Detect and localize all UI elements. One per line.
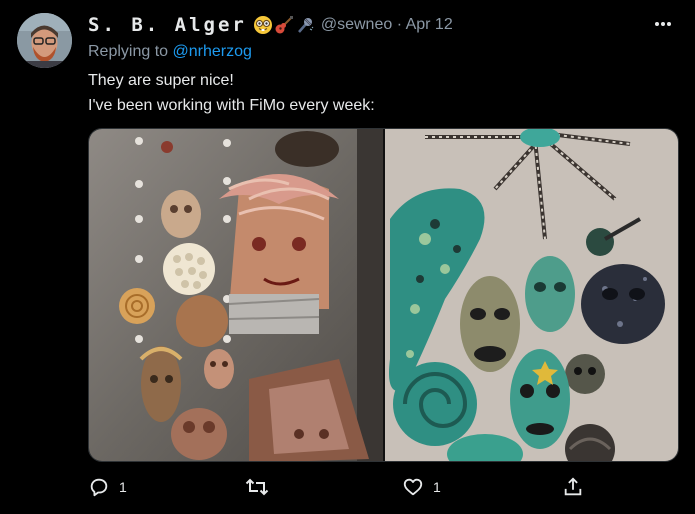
- replying-to-label: Replying to: [88, 43, 169, 60]
- tweet-text: They are super nice! I've been working w…: [88, 68, 375, 118]
- tweet-actions: 1 1: [88, 476, 588, 502]
- tweet-date[interactable]: Apr 12: [406, 16, 453, 33]
- microphone-emoji-icon: [295, 15, 315, 35]
- avatar[interactable]: [17, 13, 72, 68]
- heart-icon: [402, 476, 424, 498]
- display-name[interactable]: S. B. Alger: [88, 14, 247, 36]
- share-button[interactable]: [562, 476, 584, 498]
- media-image-2[interactable]: [385, 129, 678, 461]
- reply-button[interactable]: 1: [88, 476, 127, 498]
- separator-dot: ·: [396, 16, 403, 33]
- user-handle[interactable]: @sewneo: [321, 16, 392, 33]
- like-button[interactable]: 1: [402, 476, 441, 498]
- reply-count: 1: [119, 479, 127, 495]
- more-horizontal-icon: [654, 21, 672, 27]
- like-count: 1: [433, 479, 441, 495]
- guitar-emoji-icon: [274, 15, 294, 35]
- tweet: S. B. Alger @sewneo · Apr 12 Replying to…: [0, 0, 695, 514]
- handle-row: @sewneo · Apr 12: [321, 16, 453, 34]
- nerd-face-emoji-icon: [253, 15, 273, 35]
- reply-mention-link[interactable]: @nrherzog: [173, 43, 252, 60]
- retweet-button[interactable]: [245, 476, 278, 498]
- more-options-button[interactable]: [651, 12, 675, 36]
- share-icon: [562, 476, 584, 498]
- reply-icon: [88, 476, 110, 498]
- replying-to: Replying to @nrherzog: [88, 43, 252, 61]
- media-grid: [88, 128, 679, 462]
- media-image-1[interactable]: [89, 129, 383, 461]
- retweet-icon: [245, 476, 269, 498]
- name-emojis: [253, 15, 315, 35]
- tweet-text-line-1: They are super nice!: [88, 72, 234, 89]
- tweet-header: S. B. Alger @sewneo · Apr 12: [88, 12, 675, 38]
- tweet-text-line-2: I've been working with FiMo every week:: [88, 97, 375, 114]
